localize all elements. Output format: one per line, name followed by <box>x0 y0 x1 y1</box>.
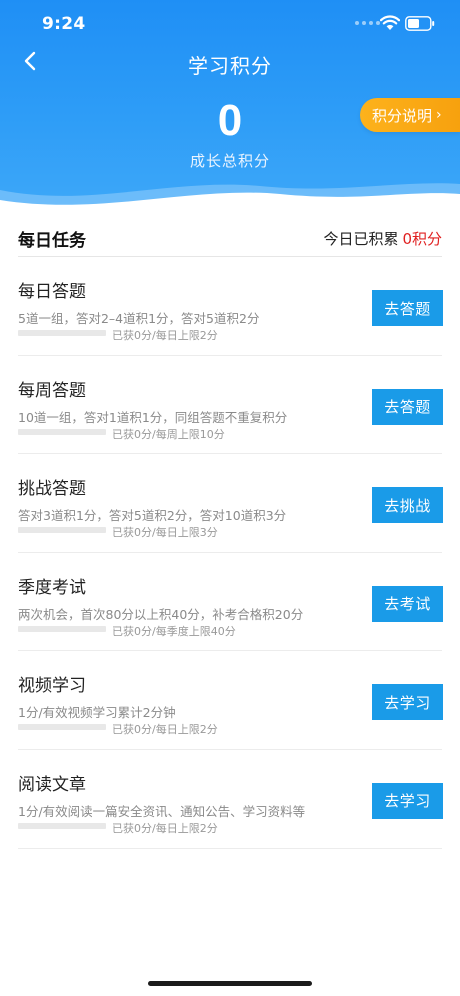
today-points-label: 今日已积累 <box>323 230 399 248</box>
points-explanation-button[interactable]: 积分说明 › <box>360 98 460 132</box>
task-item-quarterly-exam: 季度考试两次机会，首次80分以上积40分，补考合格积20分已获0分/每季度上限4… <box>18 553 443 652</box>
task-title: 季度考试 <box>18 577 86 598</box>
task-action-button-weekly[interactable]: 去答题 <box>372 388 443 425</box>
daily-tasks-header: 每日任务 今日已积累 0积分 <box>18 226 442 256</box>
task-progress-text: 已获0分/每日上限3分 <box>112 526 218 540</box>
status-bar: 9:24 <box>0 0 460 48</box>
task-progress-bar <box>18 625 106 632</box>
task-title: 挑战答题 <box>18 479 86 500</box>
task-progress-text: 已获0分/每周上限10分 <box>112 427 225 441</box>
total-points-label: 成长总积分 <box>189 152 270 170</box>
task-progress-text: 已获0分/每日上限2分 <box>112 329 218 342</box>
task-progress-bar <box>18 527 106 534</box>
points-explanation-label: 积分说明 <box>372 106 433 125</box>
status-time: 9:24 <box>42 14 86 34</box>
task-title: 视频学习 <box>18 676 86 697</box>
chevron-right-icon: › <box>436 107 442 123</box>
task-description: 1分/有效阅读一篇安全资讯、通知公告、学习资料等 <box>18 803 306 819</box>
task-description: 10道一组，答对1道积1分，同组答题不重复积分 <box>18 409 288 425</box>
task-item-video: 视频学习 1分/有效视频学习累计2分钟已获0分/每日上限2分 去学习 <box>18 651 443 750</box>
task-action-button-quarterly-exam[interactable]: 去考试 <box>372 585 443 622</box>
today-points-value: 0积分 <box>402 230 442 248</box>
task-description: 答对3道积1分，答对5道积2分，答对10道积3分 <box>18 508 287 524</box>
today-points-summary: 今日已积累 0积分 <box>323 228 442 249</box>
task-item-challenge: 挑战答题答对3道积1分，答对5道积2分，答对10道积3分已获0分/每日上限3分 去… <box>18 454 443 553</box>
page-title: 学习积分 <box>188 54 272 78</box>
task-action-button-reading[interactable]: 去学习 <box>372 782 443 819</box>
task-list: 每日答题 5道一组，答对2–4道积1分，答对5道积2分 已获0分/每日上限2分 去答题… <box>18 257 443 849</box>
task-description: 1分/有效视频学习累计2分钟 <box>18 705 176 721</box>
daily-tasks-title: 每日任务 <box>18 231 86 251</box>
task-item-weekly: 每周答题 10道一组，答对1道积1分，同组答题不重复积分已获0分/每周上限10分 去… <box>18 356 443 455</box>
battery-icon <box>405 16 435 31</box>
task-progress-bar <box>18 428 106 435</box>
task-action-button-challenge[interactable]: 去挑战 <box>372 487 443 524</box>
task-title: 阅读文章 <box>18 774 86 795</box>
header-banner: 9:24 学习积分 0 成长总积分 积分说明 › <box>0 0 460 215</box>
task-title: 每周答题 <box>18 380 86 401</box>
home-indicator <box>148 981 312 986</box>
task-progress-text: 已获0分/每日上限2分 <box>112 821 218 835</box>
task-progress-bar <box>18 822 106 829</box>
task-action-button-video[interactable]: 去学习 <box>372 684 443 721</box>
task-progress-bar <box>18 330 106 336</box>
task-action-button-daily[interactable]: 去答题 <box>372 290 443 326</box>
cellular-signal-icon <box>355 21 380 25</box>
task-progress-text: 已获0分/每季度上限40分 <box>112 624 236 638</box>
task-progress-text: 已获0分/每日上限2分 <box>112 723 218 737</box>
task-item-daily: 每日答题 5道一组，答对2–4道积1分，答对5道积2分已获0分/每日上限2分 去答题 <box>18 257 443 356</box>
task-title: 每日答题 <box>18 282 86 302</box>
task-description: 两次机会，首次80分以上积40分，补考合格积20分 <box>18 606 304 622</box>
task-description: 5道一组，答对2–4道积1分，答对5道积2分 <box>18 311 260 326</box>
task-progress-bar <box>18 724 106 731</box>
wifi-icon <box>380 15 400 30</box>
task-item-reading: 阅读文章 1分/有效阅读一篇安全资讯、通知公告、学习资料等 已获0分/每日上限2分 去… <box>18 750 443 849</box>
